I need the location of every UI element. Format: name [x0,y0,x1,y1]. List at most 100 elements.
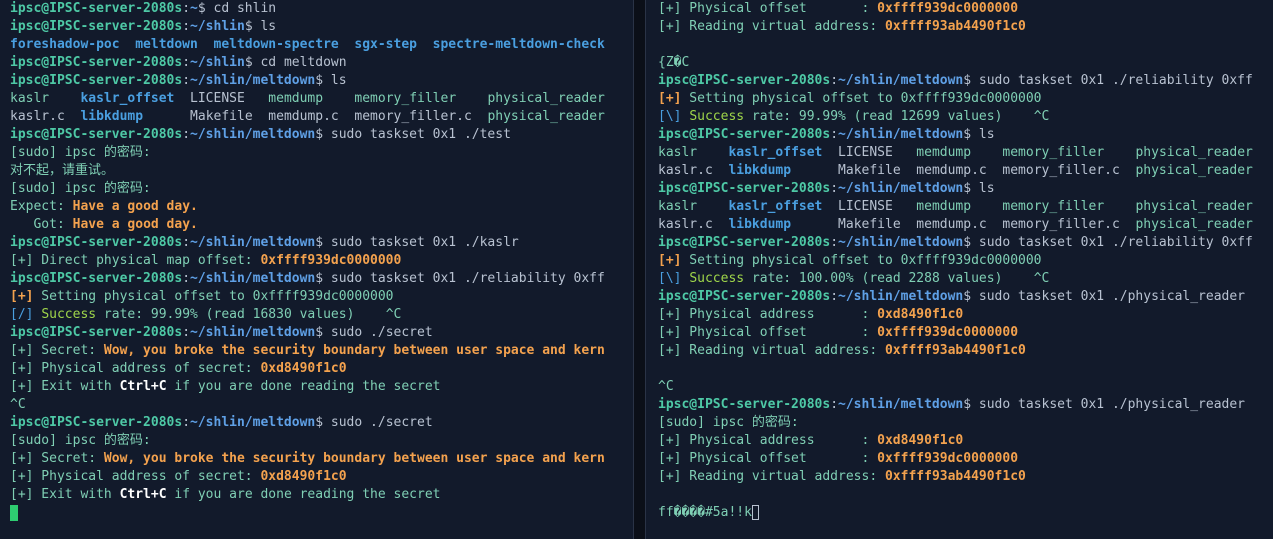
terminal-text: 0xd8490f1c0 [260,469,347,484]
right-terminal-pane[interactable]: [+] Physical offset : 0xffff939dc0000000… [646,0,1273,539]
terminal-text: [+] Physical offset : [658,325,878,340]
terminal-text: $ sudo taskset 0x1 ./kaslr [315,235,519,250]
terminal-text: Setting physical offset to 0xffff939dc00… [681,91,1042,106]
terminal-text: [+] Direct physical map offset: [10,253,261,268]
terminal-text: [sudo] ipsc 的密码: [10,433,151,448]
terminal-line: [+] Physical address of secret: 0xd8490f… [10,468,605,486]
terminal-text: libkdump [80,109,144,124]
terminal-text: Makefile memdump.c memory_filler.c [143,109,488,124]
terminal-text: $ sudo ./secret [315,415,433,430]
terminal-text: [\] [658,109,682,124]
terminal-text: $ sudo taskset 0x1 ./physical_reader [963,397,1246,412]
terminal-text: Success [689,271,745,286]
terminal-text: memory_filler [1002,145,1105,160]
terminal-text: [sudo] ipsc 的密码: [658,415,799,430]
terminal-text: if you are done reading the secret [166,487,441,502]
left-terminal-pane[interactable]: ipsc@IPSC-server-2080s:~$ cd shlin ipsc@I… [0,0,633,539]
terminal-line: ipsc@IPSC-server-2080s:~/shlin/meltdown$… [658,180,1253,198]
terminal-text: 0xd8490f1c0 [877,433,964,448]
terminal-line: [+] Secret: Wow, you broke the security … [10,342,605,360]
terminal-text: : [830,397,839,412]
terminal-text: : [830,73,839,88]
terminal-text: [+] Physical offset : [658,451,878,466]
terminal-text: LICENSE [174,91,269,106]
terminal-text: 0xffff939dc0000000 [877,1,1019,16]
terminal-text: ~/shlin/meltdown [838,181,964,196]
terminal-line: [+] Setting physical offset to 0xffff939… [10,288,605,306]
terminal-text: kaslr [10,91,50,106]
terminal-line: [sudo] ipsc 的密码: [10,144,605,162]
terminal-line: [sudo] ipsc 的密码: [658,414,1253,432]
terminal-text: 对不起，请重试。 [10,163,115,178]
terminal-text: $ ls [963,181,995,196]
terminal-text: LICENSE [822,145,917,160]
terminal-text: Success [41,307,97,322]
terminal-text: ~/shlin/meltdown [190,127,316,142]
terminal-text: [\] [658,271,682,286]
terminal-text: $ sudo taskset 0x1 ./test [315,127,511,142]
terminal-text: Ctrl+C [119,487,167,502]
terminal-text: libkdump [728,163,792,178]
terminal-line: [+] Reading virtual address: 0xffff93ab4… [658,18,1253,36]
terminal-text: : [182,325,191,340]
terminal-text: memdump [268,91,324,106]
terminal-line: Expect: Have a good day. [10,198,605,216]
terminal-text: $ sudo taskset 0x1 ./physical_reader [963,289,1246,304]
terminal-line: [+] Physical address : 0xd8490f1c0 [658,432,1253,450]
terminal-text: kaslr_offset [728,199,823,214]
terminal-line: ipsc@IPSC-server-2080s:~/shlin/meltdown$… [658,72,1253,90]
terminal-text: physical_reader [1135,199,1253,214]
terminal-text: ipsc@IPSC-server-2080s [10,55,183,70]
terminal-text: Got: [10,217,73,232]
terminal-text: ~/shlin/meltdown [838,289,964,304]
terminal-text: $ cd meltdown [244,55,347,70]
terminal-text: physical_reader [1135,163,1253,178]
terminal-text: ~/shlin/meltdown [838,73,964,88]
terminal-text: kaslr.c [10,109,81,124]
terminal-text: $ sudo ./secret [315,325,433,340]
terminal-line: foreshadow-poc meltdown meltdown-spectre… [10,36,605,54]
terminal-text: : [182,235,191,250]
terminal-text: [sudo] ipsc 的密码: [10,145,151,160]
terminal-text: Wow, you broke the security boundary bet… [103,451,605,466]
terminal-text: libkdump [728,217,792,232]
terminal-line: [+] Setting physical offset to 0xffff939… [658,252,1253,270]
terminal-line: [+] Direct physical map offset: 0xffff93… [10,252,605,270]
terminal-text: $ cd shlin [197,1,277,16]
terminal-text: [+] Exit with [10,487,120,502]
terminal-line: ipsc@IPSC-server-2080s:~$ cd shlin [10,0,605,18]
terminal-text: LICENSE [822,199,917,214]
terminal-line: [+] Physical offset : 0xffff939dc0000000 [658,0,1253,18]
terminal-line: [/] Success rate: 99.99% (read 16830 val… [10,306,605,324]
terminal-text: memdump [916,145,972,160]
terminal-text: $ ls [963,127,995,142]
terminal-line: ipsc@IPSC-server-2080s:~/shlin/meltdown$… [658,288,1253,306]
terminal-text: kaslr [658,199,698,214]
terminal-text: 0xffff93ab4490f1c0 [884,343,1026,358]
terminal-line: [+] Physical address : 0xd8490f1c0 [658,306,1253,324]
terminal-text: 0xffff939dc0000000 [260,253,402,268]
terminal-text: : [182,73,191,88]
terminal-text: kaslr_offset [80,91,175,106]
terminal-text: ~/shlin/meltdown [838,397,964,412]
left-terminal-output: ipsc@IPSC-server-2080s:~$ cd shlin ipsc@I… [10,0,605,522]
terminal-text: : [830,127,839,142]
terminal-text: Setting physical offset to 0xffff939dc00… [681,253,1042,268]
terminal-text: 0xd8490f1c0 [260,361,347,376]
terminal-text: 0xffff93ab4490f1c0 [884,469,1026,484]
terminal-line: ^C [10,396,605,414]
pane-separator-handle[interactable] [634,0,645,539]
terminal-text: ipsc@IPSC-server-2080s [658,235,831,250]
terminal-text: kaslr [658,145,698,160]
terminal-text: Have a good day. [72,199,198,214]
terminal-text: ipsc@IPSC-server-2080s [658,289,831,304]
terminal-text: rate: 100.00% (read 2288 values) ^C [744,271,1050,286]
terminal-text: [+] [658,91,682,106]
terminal-text: ipsc@IPSC-server-2080s [658,127,831,142]
terminal-text: Expect: [10,199,73,214]
terminal-text: ipsc@IPSC-server-2080s [10,325,183,340]
terminal-line: [+] Exit with Ctrl+C if you are done rea… [10,378,605,396]
